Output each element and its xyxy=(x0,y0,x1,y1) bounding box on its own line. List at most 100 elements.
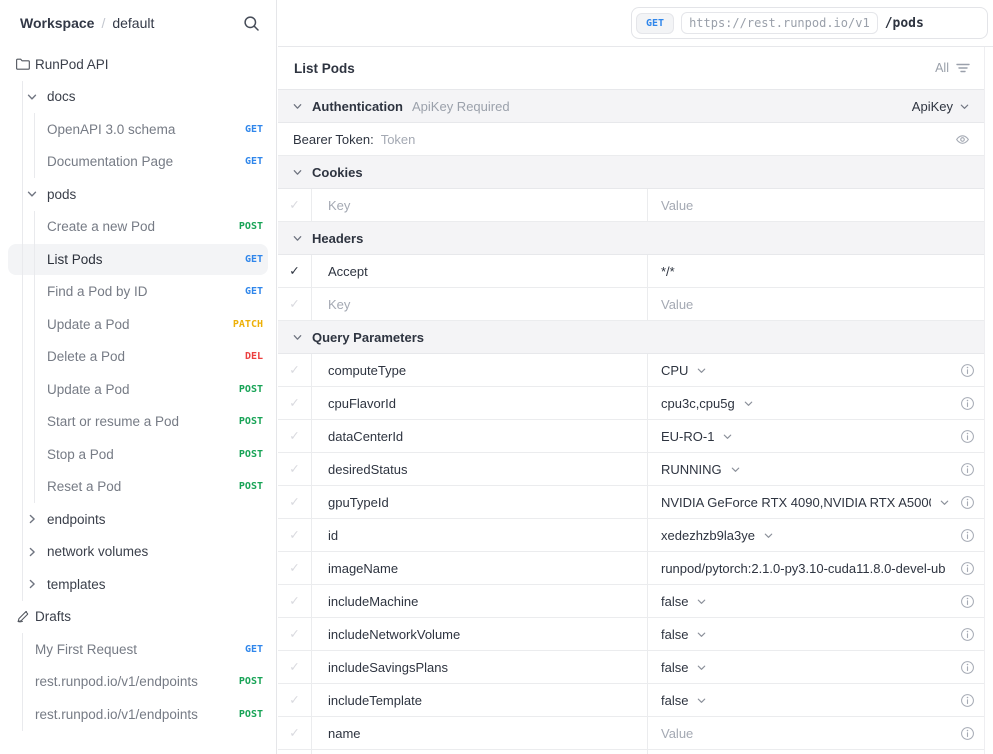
info-icon[interactable] xyxy=(950,519,984,551)
param-value-input[interactable]: Value xyxy=(648,717,950,749)
sidebar-item-rest-runpod-io-v1-endpoints[interactable]: rest.runpod.io/v1/endpoints POST xyxy=(0,698,276,731)
sidebar-item-endpoints[interactable]: endpoints xyxy=(0,503,276,536)
param-key-input[interactable]: id xyxy=(312,519,648,551)
param-value-input[interactable]: Value xyxy=(648,288,984,320)
workspace-label[interactable]: Workspace xyxy=(20,15,94,31)
row-checkbox[interactable]: ✓ xyxy=(278,717,312,749)
info-icon[interactable] xyxy=(950,684,984,716)
filter-control[interactable]: All xyxy=(935,61,970,75)
param-key-input[interactable]: gpuTypeId xyxy=(312,486,648,518)
row-checkbox[interactable]: ✓ xyxy=(278,288,312,320)
param-key-input[interactable]: includeMachine xyxy=(312,585,648,617)
row-checkbox[interactable]: ✓ xyxy=(278,684,312,716)
sidebar-item-network-volumes[interactable]: network volumes xyxy=(0,536,276,569)
sidebar-item-stop-a-pod[interactable]: Stop a Pod POST xyxy=(0,438,276,471)
sidebar-item-update-a-pod[interactable]: Update a Pod PATCH xyxy=(0,308,276,341)
sidebar-item-list-pods[interactable]: List Pods GET xyxy=(0,243,276,276)
chevron-down-icon[interactable] xyxy=(743,398,754,409)
auth-type-selector[interactable]: ApiKey xyxy=(912,99,970,114)
method-selector[interactable]: GET xyxy=(636,13,674,34)
info-icon[interactable] xyxy=(950,453,984,485)
url-bar[interactable]: GET https://rest.runpod.io/v1 /pods xyxy=(631,7,988,39)
param-value-input[interactable]: xedezhzb9la3ye xyxy=(648,519,950,551)
param-key-input[interactable]: includeTemplate xyxy=(312,684,648,716)
chevron-down-icon[interactable] xyxy=(696,662,707,673)
param-key-input[interactable]: Accept xyxy=(312,255,648,287)
param-key-input[interactable]: name xyxy=(312,717,648,749)
param-value-input[interactable]: cpu3c,cpu5g xyxy=(648,387,950,419)
param-key-input[interactable]: desiredStatus xyxy=(312,453,648,485)
row-checkbox[interactable]: ✓ xyxy=(278,189,312,221)
info-icon[interactable] xyxy=(950,651,984,683)
sidebar-item-my-first-request[interactable]: My First Request GET xyxy=(0,633,276,666)
param-key-input[interactable]: Key xyxy=(312,189,648,221)
info-icon[interactable] xyxy=(950,552,984,584)
bearer-token-input[interactable]: Token xyxy=(381,132,416,147)
param-key-input[interactable]: Key xyxy=(312,288,648,320)
sidebar-item-rest-runpod-io-v1-endpoints[interactable]: rest.runpod.io/v1/endpoints POST xyxy=(0,666,276,699)
chevron-down-icon[interactable] xyxy=(722,431,733,442)
chevron-down-icon[interactable] xyxy=(696,596,707,607)
filter-icon[interactable] xyxy=(956,62,970,74)
param-value-input[interactable]: NVIDIA GeForce RTX 4090,NVIDIA RTX A5000 xyxy=(648,486,950,518)
row-checkbox[interactable]: ✓ xyxy=(278,387,312,419)
info-icon[interactable] xyxy=(950,354,984,386)
row-checkbox[interactable]: ✓ xyxy=(278,453,312,485)
eye-icon[interactable] xyxy=(955,132,970,147)
param-value-input[interactable]: EU-RO-1 xyxy=(648,420,950,452)
sidebar-item-docs[interactable]: docs xyxy=(0,81,276,114)
param-key-input[interactable]: imageName xyxy=(312,552,648,584)
sidebar-item-templates[interactable]: templates xyxy=(0,568,276,601)
chevron-down-icon[interactable] xyxy=(292,233,303,244)
param-value-cell[interactable] xyxy=(648,750,984,754)
row-checkbox[interactable]: ✓ xyxy=(278,486,312,518)
param-value-input[interactable]: runpod/pytorch:2.1.0-py3.10-cuda11.8.0-d… xyxy=(648,552,950,584)
info-icon[interactable] xyxy=(950,618,984,650)
info-icon[interactable] xyxy=(950,585,984,617)
row-checkbox[interactable]: ✓ xyxy=(278,420,312,452)
row-checkbox[interactable]: ✓ xyxy=(278,255,312,287)
chevron-down-icon[interactable] xyxy=(292,167,303,178)
row-checkbox[interactable] xyxy=(278,750,312,754)
row-checkbox[interactable]: ✓ xyxy=(278,585,312,617)
param-value-input[interactable]: Value xyxy=(648,189,984,221)
param-value-input[interactable]: false xyxy=(648,618,950,650)
param-value-input[interactable]: false xyxy=(648,651,950,683)
section-cookies[interactable]: Cookies xyxy=(278,156,984,189)
param-value-input[interactable]: CPU xyxy=(648,354,950,386)
workspace-name[interactable]: default xyxy=(112,15,154,31)
row-checkbox[interactable]: ✓ xyxy=(278,519,312,551)
sidebar-item-pods[interactable]: pods xyxy=(0,178,276,211)
chevron-down-icon[interactable] xyxy=(696,365,707,376)
sidebar-item-documentation-page[interactable]: Documentation Page GET xyxy=(0,146,276,179)
param-key-input[interactable]: cpuFlavorId xyxy=(312,387,648,419)
filter-label[interactable]: All xyxy=(935,61,949,75)
search-icon[interactable] xyxy=(243,15,260,32)
url-path-input[interactable]: /pods xyxy=(885,16,924,31)
section-authentication[interactable]: Authentication ApiKey Required ApiKey xyxy=(278,90,984,123)
row-checkbox[interactable]: ✓ xyxy=(278,552,312,584)
param-key-input[interactable]: includeSavingsPlans xyxy=(312,651,648,683)
sidebar-item-update-a-pod[interactable]: Update a Pod POST xyxy=(0,373,276,406)
param-key-input[interactable]: computeType xyxy=(312,354,648,386)
sidebar-item-runpod-api[interactable]: RunPod API xyxy=(0,48,276,81)
section-query-parameters[interactable]: Query Parameters xyxy=(278,321,984,354)
sidebar-item-reset-a-pod[interactable]: Reset a Pod POST xyxy=(0,471,276,504)
row-checkbox[interactable]: ✓ xyxy=(278,651,312,683)
sidebar-item-create-a-new-pod[interactable]: Create a new Pod POST xyxy=(0,211,276,244)
info-icon[interactable] xyxy=(950,420,984,452)
info-icon[interactable] xyxy=(950,486,984,518)
param-key-input[interactable]: includeNetworkVolume xyxy=(312,618,648,650)
sidebar-item-find-a-pod-by-id[interactable]: Find a Pod by ID GET xyxy=(0,276,276,309)
chevron-right-icon[interactable] xyxy=(26,546,38,558)
chevron-down-icon[interactable] xyxy=(26,91,38,103)
chevron-down-icon[interactable] xyxy=(763,530,774,541)
sidebar-item-openapi-3-0-schema[interactable]: OpenAPI 3.0 schema GET xyxy=(0,113,276,146)
sidebar-item-drafts[interactable]: Drafts xyxy=(0,601,276,634)
param-key-cell[interactable] xyxy=(312,750,648,754)
chevron-down-icon[interactable] xyxy=(939,497,950,508)
sidebar-item-delete-a-pod[interactable]: Delete a Pod DEL xyxy=(0,341,276,374)
row-checkbox[interactable]: ✓ xyxy=(278,618,312,650)
chevron-right-icon[interactable] xyxy=(26,578,38,590)
base-url-field[interactable]: https://rest.runpod.io/v1 xyxy=(681,12,878,34)
